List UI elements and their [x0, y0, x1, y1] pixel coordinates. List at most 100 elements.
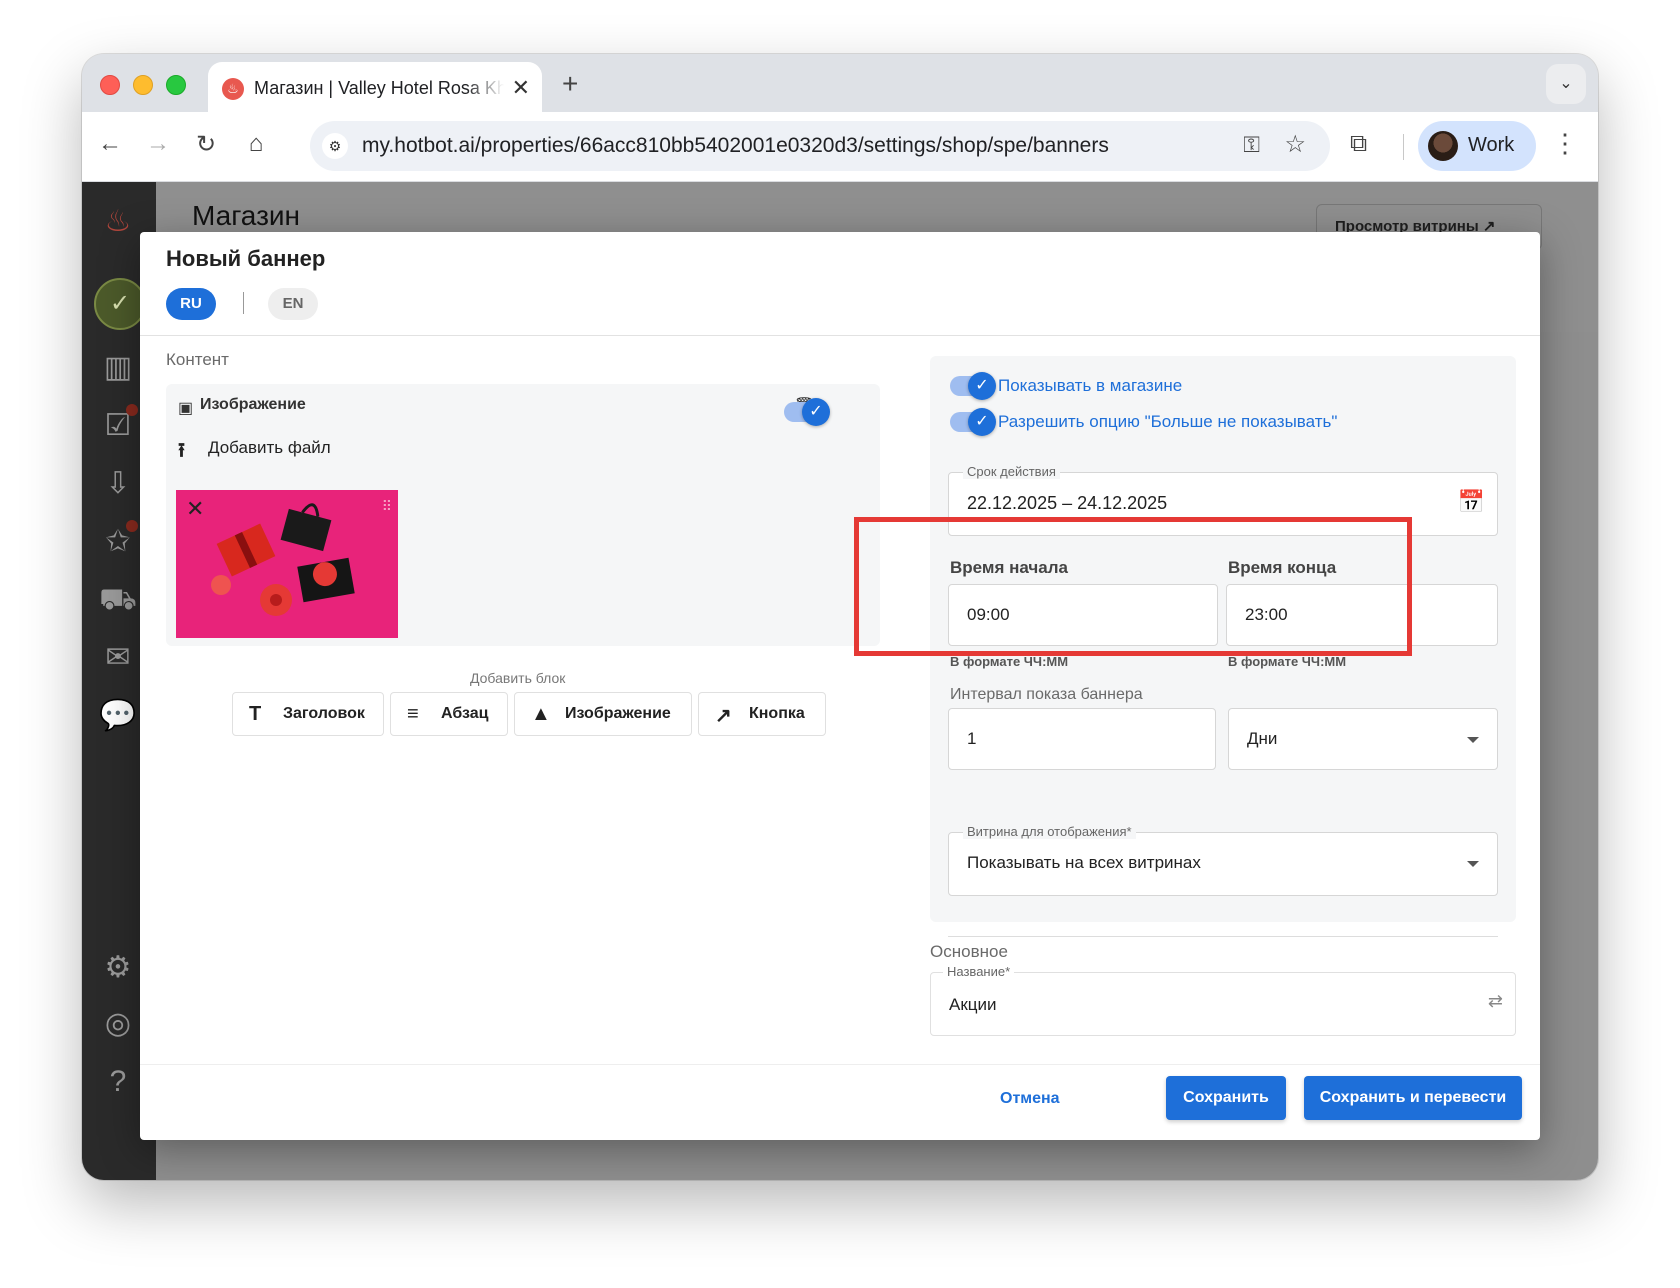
zoom-window-button[interactable]	[166, 75, 186, 95]
allow-dont-show-label[interactable]: Разрешить опцию "Больше не показывать"	[998, 412, 1337, 432]
start-time-label: Время начала	[950, 558, 1068, 577]
settings-icon[interactable]: ⚙	[98, 948, 138, 988]
chat-icon[interactable]: 💬	[98, 696, 138, 736]
settings-card: ✓ Показывать в магазине ✓ Разрешить опци…	[930, 356, 1516, 937]
image-block-toggle[interactable]: ✓	[784, 398, 830, 426]
start-time-input[interactable]: 09:00	[948, 584, 1218, 646]
dropdown-caret-icon	[1467, 737, 1479, 743]
name-value: Акции	[949, 995, 997, 1014]
name-input[interactable]: Название* Акции ⇄	[930, 964, 1516, 1036]
inbox-icon[interactable]: ⇩	[98, 464, 138, 504]
add-heading-label: Заголовок	[283, 705, 365, 722]
add-image-button[interactable]: ▲ Изображение	[514, 692, 692, 736]
drag-handle-icon[interactable]: ⠿	[382, 498, 392, 515]
external-link-icon: ↗	[715, 705, 732, 727]
page-title: Магазин	[192, 200, 301, 231]
add-block-label: Добавить блок	[470, 670, 566, 686]
logo-flame-icon[interactable]: ♨	[98, 202, 138, 242]
url-text[interactable]: my.hotbot.ai/properties/66acc810bb540200…	[362, 134, 1109, 158]
home-icon[interactable]: ⌂	[240, 130, 272, 158]
end-time-value: 23:00	[1245, 605, 1288, 624]
mail-icon[interactable]: ✉	[98, 638, 138, 678]
validity-date-field[interactable]: Срок действия 22.12.2025 – 24.12.2025 📅	[948, 464, 1498, 536]
lang-tab-en[interactable]: EN	[268, 288, 318, 320]
save-and-translate-button[interactable]: Сохранить и перевести	[1304, 1076, 1522, 1120]
address-bar[interactable]: ⚙ my.hotbot.ai/properties/66acc810bb5402…	[310, 121, 1330, 171]
toolbar-divider	[1403, 134, 1404, 160]
dropdown-caret-icon	[1467, 861, 1479, 867]
showcase-select[interactable]: Витрина для отображения* Показывать на в…	[948, 824, 1498, 896]
reviews-icon[interactable]: ✩	[98, 520, 138, 562]
add-button-button[interactable]: ↗ Кнопка	[698, 692, 826, 736]
add-button-label: Кнопка	[749, 705, 805, 722]
add-file-button[interactable]: Добавить файл	[208, 438, 331, 458]
interval-unit-value: Дни	[1247, 729, 1278, 748]
profile-button[interactable]: Work	[1418, 121, 1536, 171]
allow-dont-show-toggle[interactable]: ✓	[950, 408, 996, 436]
back-arrow-icon[interactable]: ←	[94, 130, 126, 158]
tasks-icon[interactable]: ☑	[98, 404, 138, 446]
showcase-label: Витрина для отображения*	[963, 824, 1136, 839]
validity-value: 22.12.2025 – 24.12.2025	[967, 493, 1168, 513]
cart-icon[interactable]: ⛟	[98, 580, 138, 620]
gift-boxes-image	[176, 490, 398, 638]
title-bar: ♨ Магазин | Valley Hotel Rosa Khutor ✕ +…	[82, 54, 1598, 116]
end-time-input[interactable]: 23:00	[1226, 584, 1498, 646]
start-time-hint: В формате ЧЧ:ММ	[950, 654, 1069, 669]
image-block-card: ▣ Изображение 🗑 ✓ ⭱ Добавить файл	[166, 384, 880, 646]
add-paragraph-button[interactable]: ≡ Абзац	[390, 692, 508, 736]
avatar	[1428, 131, 1458, 161]
analytics-icon[interactable]: ▥	[98, 348, 138, 388]
show-in-shop-toggle[interactable]: ✓	[950, 372, 996, 400]
showcase-value: Показывать на всех витринах	[967, 853, 1201, 872]
upload-icon[interactable]: ⭱	[178, 436, 185, 470]
end-time-label: Время конца	[1228, 558, 1337, 577]
dialog-footer-divider	[140, 1064, 1540, 1065]
dialog-divider	[140, 335, 1540, 336]
reload-icon[interactable]: ↻	[190, 130, 222, 159]
property-logo[interactable]: ✓	[94, 278, 146, 330]
browser-menu-icon[interactable]: ⋮	[1552, 128, 1578, 159]
translate-icon[interactable]: ⇄	[1488, 991, 1503, 1012]
forward-arrow-icon[interactable]: →	[142, 130, 174, 158]
end-time-hint: В формате ЧЧ:ММ	[1228, 654, 1347, 669]
add-image-label: Изображение	[565, 705, 671, 722]
cancel-button[interactable]: Отмена	[1000, 1090, 1060, 1108]
tab-close-icon[interactable]: ✕	[512, 75, 530, 101]
close-window-button[interactable]	[100, 75, 120, 95]
banner-image-thumbnail[interactable]: ✕ ⠿	[176, 490, 398, 638]
interval-label: Интервал показа баннера	[950, 686, 1143, 703]
account-icon[interactable]: ◎	[98, 1004, 138, 1044]
image-block-icon: ▲	[531, 703, 551, 725]
flame-favicon-icon: ♨	[222, 78, 244, 100]
lang-tab-ru[interactable]: RU	[166, 288, 216, 320]
lang-divider	[243, 292, 244, 314]
add-heading-button[interactable]: T Заголовок	[232, 692, 384, 736]
check-icon: ✓	[968, 408, 996, 436]
name-label: Название*	[943, 964, 1015, 979]
help-icon[interactable]: ?	[98, 1062, 138, 1102]
calendar-icon[interactable]: 📅	[1458, 489, 1485, 515]
reviews-badge	[126, 520, 138, 532]
check-icon: ✓	[968, 372, 996, 400]
bookmark-star-icon[interactable]: ☆	[1284, 130, 1306, 159]
browser-tab[interactable]: ♨ Магазин | Valley Hotel Rosa Khutor ✕	[208, 62, 542, 116]
show-in-shop-label[interactable]: Показывать в магазине	[998, 376, 1182, 396]
password-key-icon[interactable]: ⚿	[1243, 132, 1260, 158]
content-section-label: Контент	[166, 350, 229, 369]
interval-unit-select[interactable]: Дни	[1228, 708, 1498, 770]
extensions-puzzle-icon[interactable]: ⧉	[1350, 130, 1367, 158]
site-settings-icon[interactable]: ⚙	[322, 133, 348, 159]
new-tab-button[interactable]: +	[562, 68, 578, 100]
interval-value: 1	[967, 729, 977, 748]
save-button[interactable]: Сохранить	[1166, 1076, 1286, 1120]
tab-search-chevron-icon[interactable]: ⌄	[1546, 64, 1586, 104]
remove-image-icon[interactable]: ✕	[186, 496, 204, 522]
tab-title: Магазин | Valley Hotel Rosa Khutor	[254, 78, 504, 98]
image-icon: ▣	[178, 400, 194, 417]
interval-input[interactable]: 1	[948, 708, 1216, 770]
minimize-window-button[interactable]	[133, 75, 153, 95]
section-divider	[948, 936, 1498, 937]
new-banner-dialog: Новый баннер RU EN Контент ▣ Изображение…	[140, 232, 1540, 1140]
start-time-value: 09:00	[967, 605, 1010, 624]
